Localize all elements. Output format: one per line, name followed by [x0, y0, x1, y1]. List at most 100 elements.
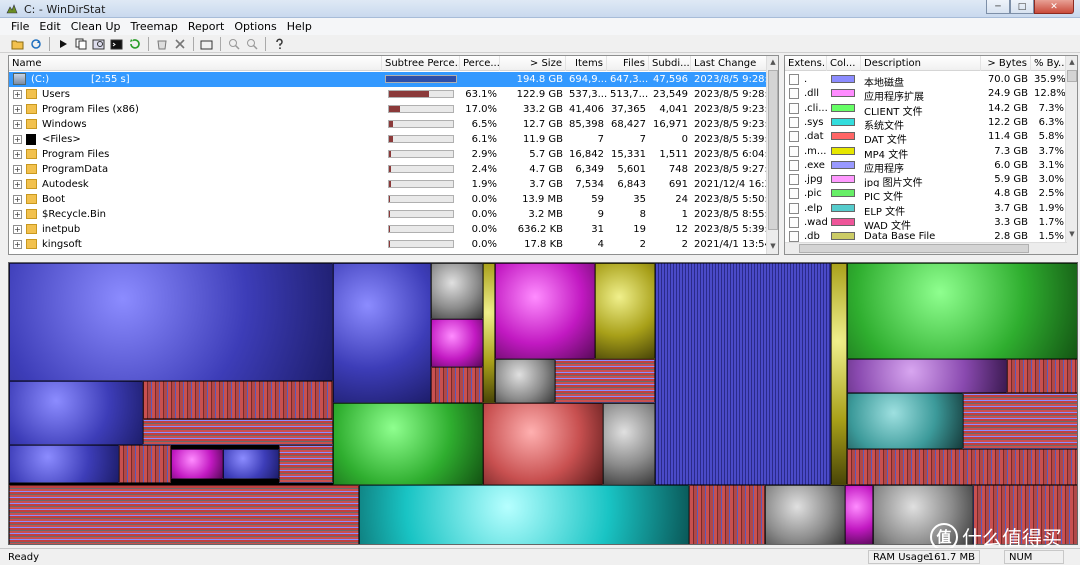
row-name-cell[interactable]: + Boot	[9, 192, 382, 207]
row-name-cell[interactable]: + Program Files	[9, 147, 382, 162]
treemap-tile[interactable]	[847, 393, 963, 449]
extension-row[interactable]: .exe 应用程序 6.0 GB 3.1%	[785, 158, 1077, 173]
treemap-tile[interactable]	[171, 449, 223, 479]
extension-list[interactable]: Extens... Col... Description > Bytes % B…	[784, 55, 1078, 255]
directory-row[interactable]: + Windows 6.5% 12.7 GB 85,398 68,427 16,971 202…	[9, 117, 778, 132]
treemap-tile[interactable]	[431, 367, 483, 403]
directory-row[interactable]: + Users 63.1% 122.9 GB 537,3... 513,7... 23,54…	[9, 87, 778, 102]
directory-row[interactable]: + Autodesk 1.9% 3.7 GB 7,534 6,843 691 2021/12/…	[9, 177, 778, 192]
expand-icon[interactable]: +	[13, 210, 22, 219]
column-header-files[interactable]: Files	[607, 56, 649, 71]
extension-row[interactable]: .wad WAD 文件 3.3 GB 1.7%	[785, 215, 1077, 230]
treemap-tile[interactable]	[483, 403, 603, 485]
menu-file[interactable]: File	[6, 18, 34, 35]
minimize-button[interactable]: ─	[986, 0, 1010, 14]
explorer-icon[interactable]	[91, 36, 107, 52]
extension-row[interactable]: .dll 应用程序扩展 24.9 GB 12.8%	[785, 86, 1077, 101]
treemap[interactable]	[8, 262, 1078, 545]
treemap-tile[interactable]	[9, 381, 143, 445]
menu-treemap[interactable]: Treemap	[125, 18, 182, 35]
column-header-bytes[interactable]: > Bytes	[981, 56, 1031, 71]
scroll-down-icon[interactable]: ▼	[768, 242, 778, 252]
refresh-all-icon[interactable]	[28, 36, 44, 52]
scroll-thumb[interactable]	[799, 244, 1029, 253]
column-header-percent[interactable]: Perce...	[460, 56, 500, 71]
treemap-tile[interactable]	[963, 393, 1077, 449]
column-header-name[interactable]: Name	[9, 56, 382, 71]
scroll-thumb[interactable]	[1067, 70, 1077, 82]
menu-report[interactable]: Report	[183, 18, 229, 35]
extension-vertical-scrollbar[interactable]: ▲ ▼	[1065, 56, 1077, 254]
treemap-tile[interactable]	[845, 485, 873, 544]
treemap-tile[interactable]	[495, 263, 595, 359]
row-name-cell[interactable]: (C:)	[9, 72, 382, 87]
maximize-button[interactable]: □	[1010, 0, 1034, 14]
row-name-cell[interactable]: + <Files>	[9, 132, 382, 147]
expand-icon[interactable]: +	[13, 195, 22, 204]
new-folder-icon[interactable]	[199, 36, 215, 52]
zoom-in-icon[interactable]	[226, 36, 242, 52]
treemap-tile[interactable]	[765, 485, 845, 544]
refresh-icon[interactable]	[127, 36, 143, 52]
treemap-tile[interactable]	[333, 263, 431, 403]
treemap-tile[interactable]	[9, 263, 333, 381]
column-header-items[interactable]: Items	[566, 56, 607, 71]
treemap-tile[interactable]	[555, 359, 655, 403]
expand-icon[interactable]: +	[13, 135, 22, 144]
treemap-tile[interactable]	[689, 485, 765, 544]
directory-row[interactable]: + ProgramData 2.4% 4.7 GB 6,349 5,601 748 2023/…	[9, 162, 778, 177]
treemap-tile[interactable]	[223, 449, 279, 479]
directory-row[interactable]: + Program Files (x86) 17.0% 33.2 GB 41,406 37…	[9, 102, 778, 117]
menu-clean-up[interactable]: Clean Up	[66, 18, 126, 35]
treemap-tile[interactable]	[1007, 359, 1077, 393]
expand-icon[interactable]: +	[13, 150, 22, 159]
treemap-tile[interactable]	[483, 263, 495, 403]
row-name-cell[interactable]: + Autodesk	[9, 177, 382, 192]
column-header-extension[interactable]: Extens...	[785, 56, 827, 71]
row-name-cell[interactable]: + kingsoft	[9, 237, 382, 252]
column-header-size[interactable]: > Size	[500, 56, 566, 71]
treemap-tile[interactable]	[431, 263, 483, 319]
menu-help[interactable]: Help	[282, 18, 317, 35]
column-header-subdirs[interactable]: Subdi...	[649, 56, 691, 71]
extension-horizontal-scrollbar[interactable]	[785, 242, 1067, 254]
directory-list[interactable]: Name Subtree Perce... Perce... > Size It…	[8, 55, 779, 255]
scroll-down-icon[interactable]: ▼	[1067, 230, 1077, 240]
treemap-tile[interactable]	[831, 263, 847, 485]
delete-icon[interactable]	[172, 36, 188, 52]
extension-row[interactable]: .jpg jpg 图片文件 5.9 GB 3.0%	[785, 172, 1077, 187]
treemap-tile[interactable]	[847, 449, 1077, 485]
extension-row[interactable]: . 本地磁盘 70.0 GB 35.9%	[785, 72, 1077, 87]
treemap-tile[interactable]	[333, 403, 483, 485]
row-name-cell[interactable]: + Users	[9, 87, 382, 102]
close-button[interactable]: ✕	[1034, 0, 1074, 14]
extension-row[interactable]: .dat DAT 文件 11.4 GB 5.8%	[785, 129, 1077, 144]
column-header-percent-bytes[interactable]: % By...	[1031, 56, 1067, 71]
directory-row[interactable]: + <Files> 6.1% 11.9 GB 7 7 0 2023/8/5 5:39:5	[9, 132, 778, 147]
treemap-tile[interactable]	[143, 419, 333, 445]
row-name-cell[interactable]: + inetpub	[9, 222, 382, 237]
copy-path-icon[interactable]	[73, 36, 89, 52]
column-header-description[interactable]: Description	[861, 56, 981, 71]
treemap-tile[interactable]	[595, 263, 655, 359]
column-header-color[interactable]: Col...	[827, 56, 861, 71]
row-name-cell[interactable]: + ProgramData	[9, 162, 382, 177]
treemap-tile[interactable]	[9, 485, 359, 544]
menu-options[interactable]: Options	[229, 18, 281, 35]
play-icon[interactable]	[55, 36, 71, 52]
expand-icon[interactable]: +	[13, 180, 22, 189]
menu-edit[interactable]: Edit	[34, 18, 65, 35]
treemap-tile[interactable]	[495, 359, 555, 403]
zoom-out-icon[interactable]	[244, 36, 260, 52]
expand-icon[interactable]: +	[13, 105, 22, 114]
treemap-tile[interactable]	[9, 445, 119, 483]
expand-icon[interactable]: +	[13, 90, 22, 99]
directory-row[interactable]: + $Recycle.Bin 0.0% 3.2 MB 9 8 1 2023/8/5 8:55:…	[9, 207, 778, 222]
treemap-tile[interactable]	[143, 381, 333, 419]
extension-row[interactable]: .cli... CLIENT 文件 14.2 GB 7.3%	[785, 101, 1077, 116]
scroll-up-icon[interactable]: ▲	[768, 58, 778, 68]
column-header-last-change[interactable]: Last Change	[691, 56, 767, 71]
extension-row[interactable]: .sys 系统文件 12.2 GB 6.3%	[785, 115, 1077, 130]
directory-row[interactable]: + kingsoft 0.0% 17.8 KB 4 2 2 2021/4/1 13:54	[9, 237, 778, 252]
open-icon[interactable]	[10, 36, 26, 52]
